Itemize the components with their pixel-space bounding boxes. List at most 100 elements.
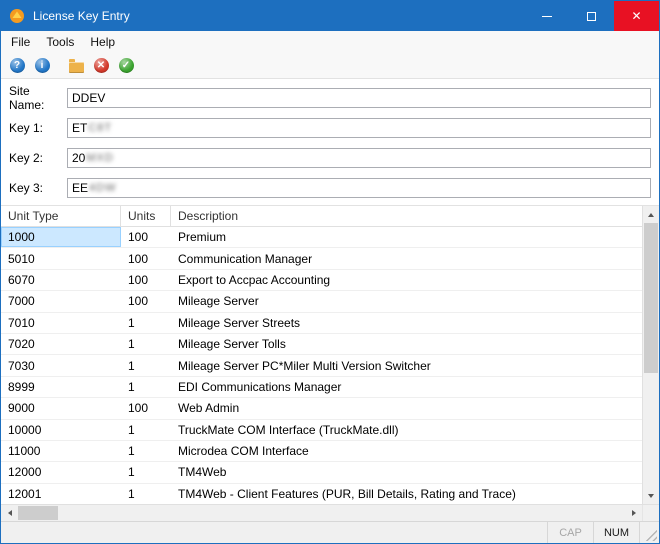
table-row[interactable]: 120011TM4Web - Client Features (PUR, Bil… [1,484,642,504]
ok-button[interactable]: ✓ [117,57,135,75]
num-lock-indicator: NUM [593,522,639,543]
vertical-scrollbar[interactable] [642,206,659,504]
scroll-left-button[interactable] [1,505,18,521]
cell-description: TM4Web [171,462,642,482]
close-icon: ✕ [631,9,641,23]
cell-units: 1 [121,484,171,504]
cell-units: 100 [121,227,171,247]
cell-unit-type: 7020 [1,334,121,354]
cell-unit-type: 10000 [1,420,121,440]
table-row[interactable]: 70301Mileage Server PC*Miler Multi Versi… [1,355,642,376]
table-body: 1000100Premium5010100Communication Manag… [1,227,642,504]
table-row[interactable]: 100001TruckMate COM Interface (TruckMate… [1,420,642,441]
window-controls: ✕ [524,1,659,31]
cell-units: 100 [121,291,171,311]
license-key-entry-window: License Key Entry ✕ FileToolsHelp ? i ✕ ✓ S… [0,0,660,544]
table-row[interactable]: 89991EDI Communications Manager [1,377,642,398]
site-name-input[interactable]: DDEV [67,88,651,108]
open-button[interactable] [67,57,85,75]
cell-unit-type: 6070 [1,270,121,290]
table-row[interactable]: 70101Mileage Server Streets [1,313,642,334]
menu-item-file[interactable]: File [3,31,38,53]
folder-icon [69,62,84,73]
key-3-value: EE [72,181,88,195]
key-3-input[interactable]: EE4DW [67,178,651,198]
cell-units: 1 [121,420,171,440]
arrow-left-icon [8,510,12,516]
horizontal-scrollbar[interactable] [1,504,659,521]
table-row[interactable]: 5010100Communication Manager [1,248,642,269]
arrow-right-icon [632,510,636,516]
grid: Unit TypeUnitsDescription 1000100Premium… [1,206,642,504]
cell-unit-type: 1000 [1,227,121,247]
menu-item-tools[interactable]: Tools [38,31,82,53]
table-row[interactable]: 120001TM4Web [1,462,642,483]
cell-unit-type: 8999 [1,377,121,397]
column-header-unit-type[interactable]: Unit Type [1,206,121,226]
vertical-scrollbar-thumb[interactable] [644,223,658,373]
close-button[interactable]: ✕ [614,1,659,31]
column-header-description[interactable]: Description [171,206,642,226]
cell-units: 1 [121,441,171,461]
arrow-down-icon [648,494,654,498]
column-header-units[interactable]: Units [121,206,171,226]
cell-units: 1 [121,355,171,375]
table-row[interactable]: 70201Mileage Server Tolls [1,334,642,355]
site-name-value: DDEV [72,91,105,105]
scroll-down-button[interactable] [643,487,659,504]
horizontal-scrollbar-thumb[interactable] [18,506,58,520]
menu-item-help[interactable]: Help [82,31,123,53]
key-1-masked-text: C8T [88,122,112,134]
app-icon [9,8,25,24]
cell-description: Web Admin [171,398,642,418]
cell-unit-type: 9000 [1,398,121,418]
cell-description: Export to Accpac Accounting [171,270,642,290]
form-row-key-1: Key 1:ETC8T [1,113,659,143]
cancel-icon: ✕ [94,58,109,73]
cell-description: Communication Manager [171,248,642,268]
maximize-icon [587,12,596,21]
table-row[interactable]: 110001Microdea COM Interface [1,441,642,462]
about-button[interactable]: i [33,57,51,75]
table-row[interactable]: 6070100Export to Accpac Accounting [1,270,642,291]
titlebar[interactable]: License Key Entry ✕ [1,1,659,31]
minimize-button[interactable] [524,1,569,31]
cell-units: 1 [121,313,171,333]
cell-description: Mileage Server [171,291,642,311]
cancel-button[interactable]: ✕ [92,57,110,75]
cell-units: 1 [121,377,171,397]
scroll-up-button[interactable] [643,206,659,223]
key-3-masked-text: 4DW [89,182,116,194]
cell-description: Mileage Server Streets [171,313,642,333]
resize-grip[interactable] [639,522,659,543]
cell-unit-type: 7000 [1,291,121,311]
table-row[interactable]: 7000100Mileage Server [1,291,642,312]
table-row[interactable]: 1000100Premium [1,227,642,248]
table-row[interactable]: 9000100Web Admin [1,398,642,419]
menubar: FileToolsHelp [1,31,659,53]
key-1-value: ET [72,121,87,135]
scroll-right-button[interactable] [625,505,642,521]
cell-unit-type: 11000 [1,441,121,461]
cell-units: 1 [121,334,171,354]
help-button[interactable]: ? [8,57,26,75]
key-1-input[interactable]: ETC8T [67,118,651,138]
maximize-button[interactable] [569,1,614,31]
site-name-label: Site Name: [9,84,67,112]
cell-description: Mileage Server PC*Miler Multi Version Sw… [171,355,642,375]
key-2-value: 20 [72,151,85,165]
cell-description: Microdea COM Interface [171,441,642,461]
cell-unit-type: 12001 [1,484,121,504]
scrollbar-corner [642,505,659,521]
cell-description: EDI Communications Manager [171,377,642,397]
license-units-table: Unit TypeUnitsDescription 1000100Premium… [1,205,659,504]
key-2-input[interactable]: 20MXD [67,148,651,168]
window-title: License Key Entry [33,9,130,23]
cell-units: 100 [121,248,171,268]
cell-units: 100 [121,398,171,418]
cell-description: Premium [171,227,642,247]
cell-unit-type: 7010 [1,313,121,333]
minimize-icon [542,16,552,17]
check-icon: ✓ [119,58,134,73]
horizontal-scrollbar-track[interactable] [58,505,625,521]
